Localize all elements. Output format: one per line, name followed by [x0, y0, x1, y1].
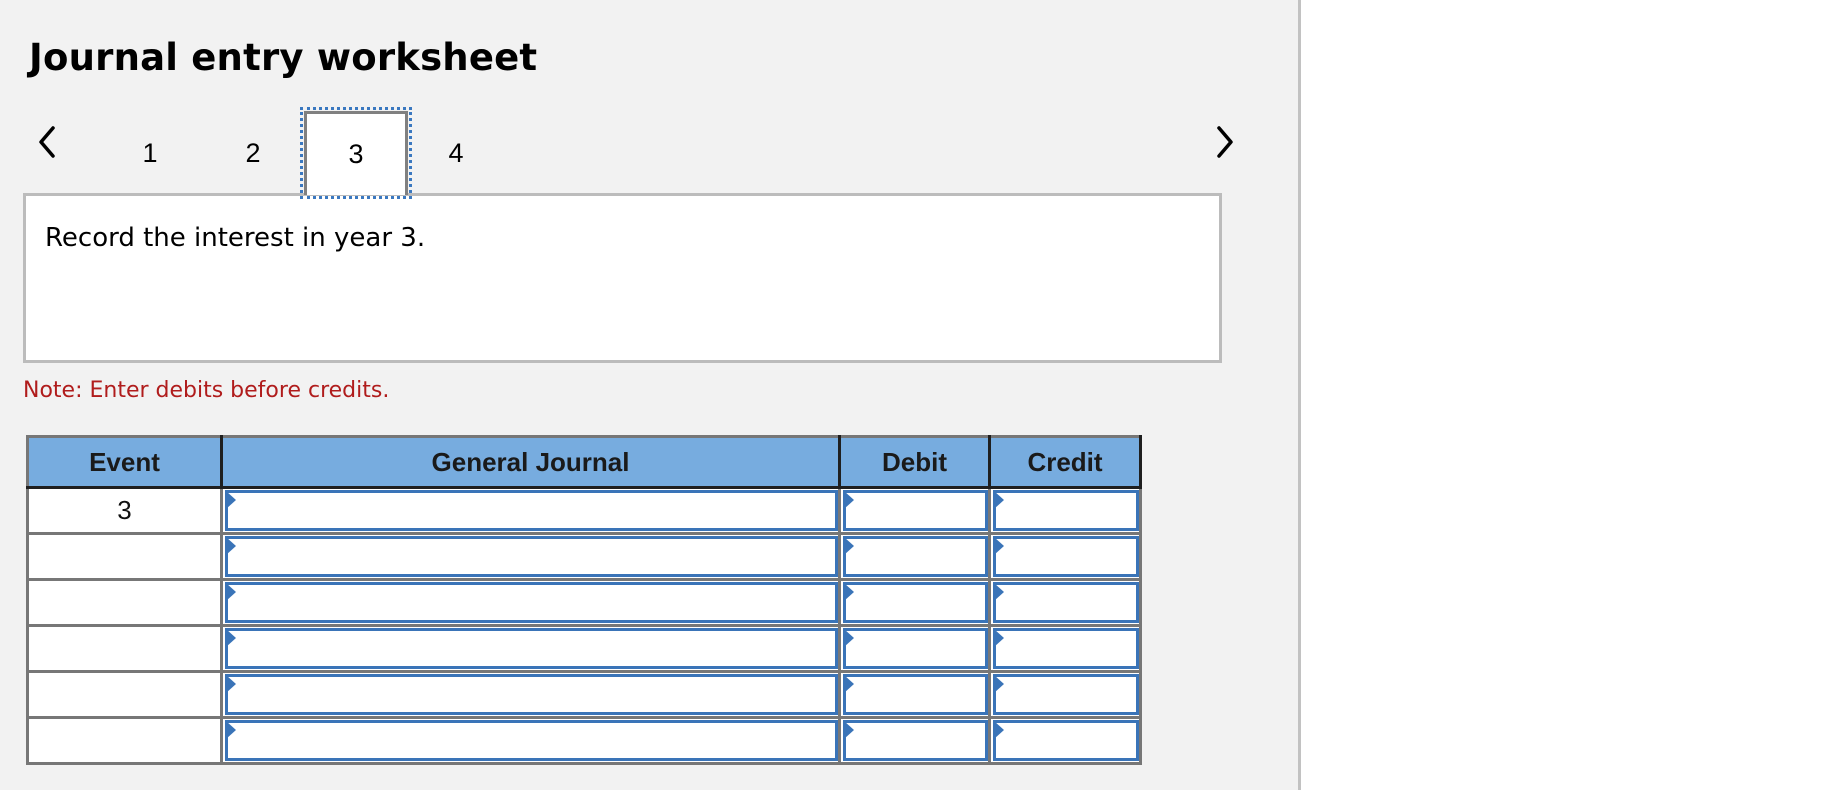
credit-input[interactable]: [993, 582, 1139, 623]
instruction-box: Record the interest in year 3.: [23, 193, 1222, 363]
table-row: [26, 716, 1142, 765]
event-cell: [26, 532, 223, 581]
debit-cell: [838, 486, 991, 535]
entry-tab-3[interactable]: 3: [300, 107, 412, 199]
debit-cell: [838, 624, 991, 673]
general-journal-input[interactable]: [225, 674, 838, 715]
dropdown-marker-icon: [844, 491, 854, 509]
dropdown-marker-icon: [994, 491, 1004, 509]
event-cell: [26, 578, 223, 627]
general-journal-cell: [220, 578, 841, 627]
debit-input[interactable]: [843, 536, 988, 577]
general-journal-cell: [220, 624, 841, 673]
event-cell: [26, 716, 223, 765]
credit-cell: [988, 624, 1142, 673]
chevron-left-icon: [39, 126, 55, 158]
dropdown-marker-icon: [994, 583, 1004, 601]
general-journal-input[interactable]: [225, 536, 838, 577]
previous-entry-button[interactable]: [30, 122, 64, 162]
dropdown-marker-icon: [226, 491, 236, 509]
dropdown-marker-icon: [226, 629, 236, 647]
entry-tab-4[interactable]: 4: [404, 111, 508, 195]
dropdown-marker-icon: [226, 675, 236, 693]
debit-cell: [838, 532, 991, 581]
credit-cell: [988, 532, 1142, 581]
event-cell: 3: [26, 486, 223, 535]
dropdown-marker-icon: [226, 721, 236, 739]
dropdown-marker-icon: [844, 721, 854, 739]
dropdown-marker-icon: [994, 537, 1004, 555]
debit-input[interactable]: [843, 720, 988, 761]
debit-cell: [838, 578, 991, 627]
general-journal-cell: [220, 716, 841, 765]
general-journal-input[interactable]: [225, 490, 838, 531]
credit-input[interactable]: [993, 720, 1139, 761]
general-journal-cell: [220, 532, 841, 581]
dropdown-marker-icon: [994, 675, 1004, 693]
dropdown-marker-icon: [844, 583, 854, 601]
general-journal-input[interactable]: [225, 720, 838, 761]
general-journal-cell: [220, 670, 841, 719]
header-event: Event: [26, 435, 223, 489]
dropdown-marker-icon: [844, 537, 854, 555]
table-row: 3: [26, 486, 1142, 535]
next-entry-button[interactable]: [1208, 122, 1242, 162]
dropdown-marker-icon: [226, 537, 236, 555]
table-row: [26, 624, 1142, 673]
table-row: [26, 532, 1142, 581]
dropdown-marker-icon: [994, 721, 1004, 739]
credit-cell: [988, 486, 1142, 535]
table-row: [26, 578, 1142, 627]
general-journal-input[interactable]: [225, 628, 838, 669]
debit-input[interactable]: [843, 582, 988, 623]
credit-input[interactable]: [993, 674, 1139, 715]
credit-input[interactable]: [993, 628, 1139, 669]
dropdown-marker-icon: [844, 629, 854, 647]
dropdown-marker-icon: [994, 629, 1004, 647]
debit-cell: [838, 670, 991, 719]
event-cell: [26, 624, 223, 673]
credit-input[interactable]: [993, 536, 1139, 577]
debit-input[interactable]: [843, 628, 988, 669]
credit-input[interactable]: [993, 490, 1139, 531]
chevron-right-icon: [1217, 126, 1233, 158]
header-general-journal: General Journal: [220, 435, 841, 489]
debit-cell: [838, 716, 991, 765]
general-journal-cell: [220, 486, 841, 535]
credit-cell: [988, 716, 1142, 765]
header-credit: Credit: [988, 435, 1142, 489]
table-row: [26, 670, 1142, 719]
page-title: Journal entry worksheet: [29, 36, 538, 79]
journal-table: Event General Journal Debit Credit 3: [26, 435, 1142, 765]
credit-cell: [988, 578, 1142, 627]
header-debit: Debit: [838, 435, 991, 489]
table-header-row: Event General Journal Debit Credit: [26, 435, 1142, 489]
debit-input[interactable]: [843, 490, 988, 531]
event-cell: [26, 670, 223, 719]
entry-tab-1[interactable]: 1: [98, 111, 202, 195]
note-text: Note: Enter debits before credits.: [23, 378, 390, 403]
instruction-text: Record the interest in year 3.: [45, 223, 426, 253]
credit-cell: [988, 670, 1142, 719]
dropdown-marker-icon: [844, 675, 854, 693]
entry-tab-2[interactable]: 2: [201, 111, 305, 195]
general-journal-input[interactable]: [225, 582, 838, 623]
dropdown-marker-icon: [226, 583, 236, 601]
worksheet-panel: Journal entry worksheet 1 2 3 4 Record t…: [0, 0, 1301, 790]
debit-input[interactable]: [843, 674, 988, 715]
